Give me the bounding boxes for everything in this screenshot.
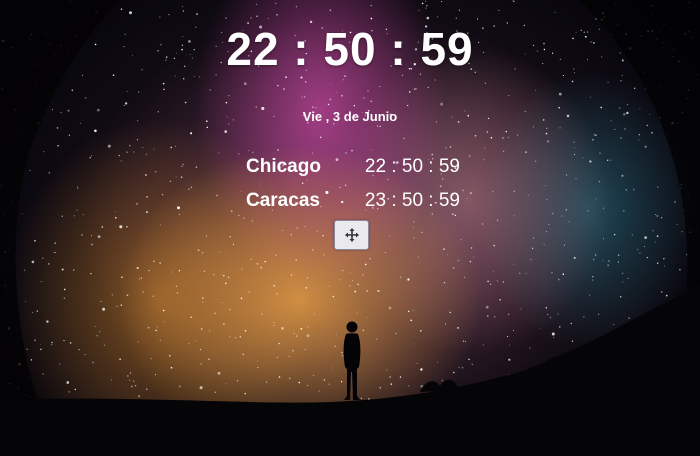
move-button[interactable] [334,220,369,250]
zone-time-chicago: 22 : 50 : 59 [364,156,460,177]
zone-city-chicago: Chicago [246,156,321,177]
zone-time-caracas: 23 : 50 : 59 [364,190,460,211]
wallpaper-background: 22 : 50 : 59 Vie , 3 de Junio Chicago 22… [0,0,700,456]
zone-city-caracas: Caracas [246,190,320,211]
list-item: Chicago 22 : 50 : 59 [240,150,470,184]
current-date: Vie , 3 de Junio [302,109,398,124]
list-item: Caracas 23 : 50 : 59 [240,184,470,218]
main-clock: 22 : 50 : 59 [226,23,474,75]
move-arrows-icon [344,228,359,242]
world-clock-list: Chicago 22 : 50 : 59 Caracas 23 : 50 : 5… [240,150,470,218]
person-silhouette [343,321,361,400]
